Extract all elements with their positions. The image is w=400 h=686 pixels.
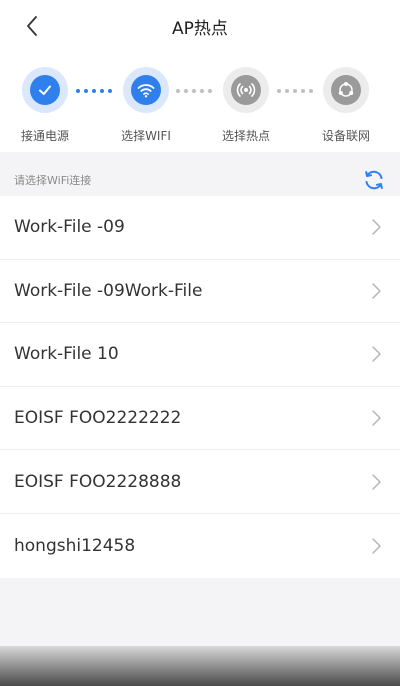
wifi-name: EOISF FOO2222222	[14, 408, 182, 429]
wifi-section-header: 请选择WiFi连接	[0, 164, 400, 196]
chevron-right-icon	[372, 219, 381, 236]
wifi-name: Work-File -09Work-File	[14, 280, 203, 301]
chevron-right-icon	[372, 346, 381, 363]
step-label: 选择WIFI	[121, 129, 171, 143]
step-network: 设备联网	[306, 67, 386, 144]
step-wifi: 选择WIFI	[106, 67, 186, 144]
wifi-list-item[interactable]: Work-File -09Work-File	[0, 260, 400, 324]
wifi-name: Work-File -09	[14, 217, 125, 238]
step-indicator: 接通电源 选择WIFI 选择热点 设备联网	[0, 52, 400, 152]
chevron-right-icon	[372, 473, 381, 490]
chevron-right-icon	[372, 283, 381, 299]
header-bar: AP热点	[0, 0, 400, 52]
chevron-right-icon	[372, 538, 381, 554]
refresh-icon	[365, 170, 383, 190]
page-title: AP热点	[172, 18, 228, 39]
step-label: 选择热点	[221, 129, 270, 143]
wifi-list-item[interactable]: Work-File 10	[0, 323, 400, 387]
wifi-list-item[interactable]: EOISF FOO2222222	[0, 387, 400, 451]
wifi-list: Work-File -09 Work-File -09Work-File Wor…	[0, 196, 400, 578]
wifi-list-item[interactable]: EOISF FOO2228888	[0, 450, 400, 514]
back-button[interactable]	[18, 12, 46, 40]
wifi-name: EOISF FOO2228888	[14, 471, 182, 492]
chevron-right-icon	[372, 410, 381, 426]
wifi-list-item[interactable]: Work-File -09	[0, 196, 400, 260]
step-label: 接通电源	[20, 129, 69, 143]
wifi-name: hongshi12458	[14, 535, 136, 556]
step-label: 设备联网	[321, 129, 370, 143]
network-icon	[338, 82, 354, 97]
bottom-shade	[0, 646, 400, 686]
refresh-button[interactable]	[362, 168, 386, 192]
step-hotspot: 选择热点	[206, 67, 286, 144]
step-power: 接通电源	[5, 67, 85, 144]
wifi-icon	[137, 84, 155, 98]
app-screen: AP热点 接通电源 选择WIFI 选择热点 设备联网 请选择WiFi连接 Wor…	[0, 0, 400, 686]
hotspot-icon	[236, 83, 256, 97]
wifi-list-item[interactable]: hongshi12458	[0, 514, 400, 578]
wifi-name: Work-File 10	[14, 344, 119, 365]
check-icon	[39, 85, 51, 95]
section-title: 请选择WiFi连接	[14, 174, 92, 187]
chevron-left-icon	[27, 16, 37, 36]
